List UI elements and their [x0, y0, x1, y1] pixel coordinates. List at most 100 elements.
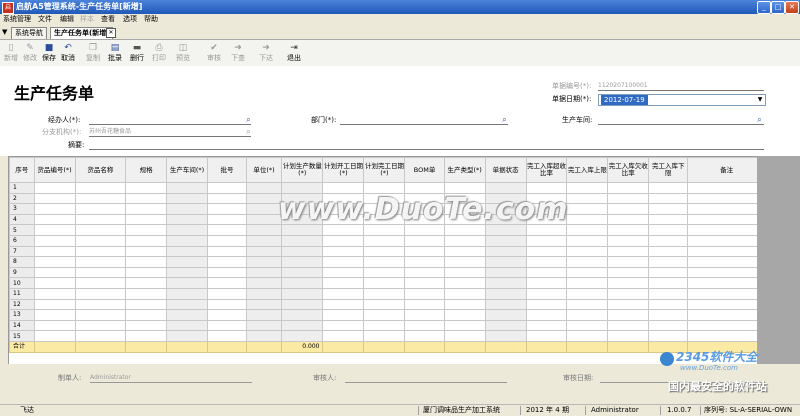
grid-cell[interactable] [404, 330, 445, 342]
grid-cell[interactable] [207, 203, 247, 215]
grid-cell[interactable] [125, 330, 168, 342]
grid-cell[interactable] [281, 287, 324, 300]
audit-button[interactable]: ✔ 审核 [203, 42, 225, 64]
grid-cell[interactable] [363, 277, 406, 289]
grid-cell[interactable] [566, 203, 609, 215]
grid-cell[interactable] [33, 256, 76, 268]
grid-cell[interactable] [322, 309, 365, 321]
grid-cell[interactable] [687, 266, 766, 279]
grid-cell[interactable] [33, 287, 76, 300]
grid-cell[interactable] [525, 234, 568, 247]
grid-cell[interactable] [322, 330, 365, 342]
grid-cell[interactable] [245, 277, 283, 289]
column-header[interactable]: 生产车间(*) [166, 157, 209, 183]
grid-cell[interactable] [443, 266, 486, 279]
workshop-field[interactable] [598, 115, 764, 125]
exit-button[interactable]: ⇥ 退出 [283, 42, 305, 64]
grid-cell[interactable] [207, 234, 247, 247]
grid-cell[interactable] [125, 277, 168, 289]
grid-cell[interactable] [443, 234, 486, 247]
grid-cell[interactable] [566, 298, 609, 311]
grid-cell[interactable] [322, 234, 365, 247]
grid-cell[interactable] [74, 224, 127, 236]
grid-cell[interactable] [74, 266, 127, 279]
grid-cell[interactable] [566, 182, 609, 194]
column-header[interactable]: 单位(*) [245, 157, 283, 183]
grid-cell[interactable] [607, 319, 650, 332]
grid-cell[interactable] [245, 298, 283, 311]
grid-cell[interactable] [404, 266, 445, 279]
grid-cell[interactable] [443, 287, 486, 300]
print-button[interactable]: ⎙ 打印 [148, 42, 170, 64]
grid-cell[interactable] [166, 287, 209, 300]
date-input[interactable]: 2012-07-19 ▼ [598, 94, 766, 106]
grid-cell[interactable] [687, 192, 766, 205]
minimize-button[interactable]: _ [757, 1, 771, 14]
nav-dropdown-icon[interactable]: ▼ [2, 28, 7, 36]
grid-cell[interactable] [125, 309, 168, 321]
grid-cell[interactable] [281, 256, 324, 268]
summary-field[interactable] [89, 140, 764, 150]
grid-cell[interactable] [166, 309, 209, 321]
grid-cell[interactable] [566, 256, 609, 268]
grid-cell[interactable] [207, 277, 247, 289]
grid-cell[interactable] [525, 256, 568, 268]
dept-field[interactable] [340, 115, 508, 125]
grid-cell[interactable] [207, 213, 247, 226]
lookup-icon[interactable]: ⌕ [755, 115, 764, 124]
grid-cell[interactable] [322, 298, 365, 311]
column-header[interactable]: 货品名称 [74, 157, 127, 183]
grid-cell[interactable] [648, 192, 689, 205]
grid-cell[interactable] [363, 266, 406, 279]
grid-cell[interactable] [525, 330, 568, 342]
grid-cell[interactable] [74, 192, 127, 205]
grid-cell[interactable] [484, 309, 527, 321]
grid-cell[interactable] [404, 309, 445, 321]
grid-cell[interactable] [648, 330, 689, 342]
grid-cell[interactable] [125, 256, 168, 268]
close-tab-icon[interactable]: ✕ [106, 28, 116, 38]
grid-cell[interactable] [484, 319, 527, 332]
grid-cell[interactable] [648, 245, 689, 258]
grid-cell[interactable] [484, 234, 527, 247]
grid-cell[interactable] [125, 192, 168, 205]
grid-cell[interactable] [207, 224, 247, 236]
grid-cell[interactable] [566, 245, 609, 258]
grid-cell[interactable] [33, 330, 76, 342]
tab-system-nav[interactable]: 系统导航 [11, 27, 47, 39]
grid-cell[interactable] [687, 277, 766, 289]
grid-cell[interactable] [607, 182, 650, 194]
grid-cell[interactable] [281, 309, 324, 321]
grid-cell[interactable] [607, 256, 650, 268]
grid-cell[interactable] [166, 203, 209, 215]
grid-cell[interactable] [404, 256, 445, 268]
grid-cell[interactable] [443, 319, 486, 332]
grid-cell[interactable] [648, 298, 689, 311]
column-header[interactable]: 备注 [687, 157, 766, 183]
grid-cell[interactable] [74, 298, 127, 311]
grid-cell[interactable] [166, 330, 209, 342]
grid-cell[interactable] [166, 319, 209, 332]
column-header[interactable]: 序号 [9, 157, 35, 183]
grid-cell[interactable] [443, 298, 486, 311]
grid-cell[interactable] [245, 256, 283, 268]
grid-cell[interactable] [125, 203, 168, 215]
grid-cell[interactable] [322, 256, 365, 268]
grid-cell[interactable] [363, 245, 406, 258]
column-header[interactable]: 完工入库欠收比率 [607, 157, 650, 183]
grid-cell[interactable] [648, 213, 689, 226]
grid-cell[interactable] [245, 330, 283, 342]
maximize-button[interactable]: □ [771, 1, 785, 14]
grid-cell[interactable] [484, 287, 527, 300]
grid-cell[interactable] [33, 192, 76, 205]
grid-cell[interactable] [607, 298, 650, 311]
grid-cell[interactable] [607, 213, 650, 226]
grid-cell[interactable] [687, 245, 766, 258]
grid-cell[interactable] [404, 298, 445, 311]
handler-field[interactable] [89, 115, 251, 125]
grid-cell[interactable] [525, 266, 568, 279]
grid-cell[interactable] [525, 309, 568, 321]
grid-cell[interactable] [245, 192, 283, 205]
grid-cell[interactable] [74, 330, 127, 342]
grid-cell[interactable] [281, 234, 324, 247]
